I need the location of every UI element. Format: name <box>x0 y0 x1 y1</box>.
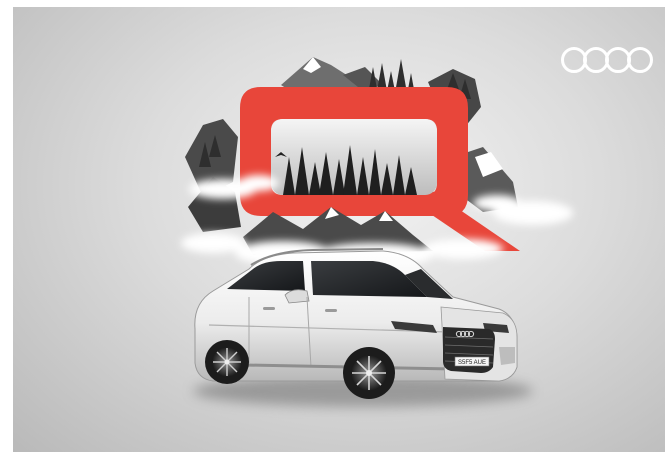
screenshot-frame: S5F5 AUE <box>0 0 665 452</box>
audi-q5-ad-poster: S5F5 AUE <box>13 7 665 452</box>
forest-scene <box>271 119 437 195</box>
four-rings-logo-icon <box>559 45 655 75</box>
license-plate-text: S5F5 AUE <box>458 360 486 366</box>
suv-car <box>194 248 518 399</box>
